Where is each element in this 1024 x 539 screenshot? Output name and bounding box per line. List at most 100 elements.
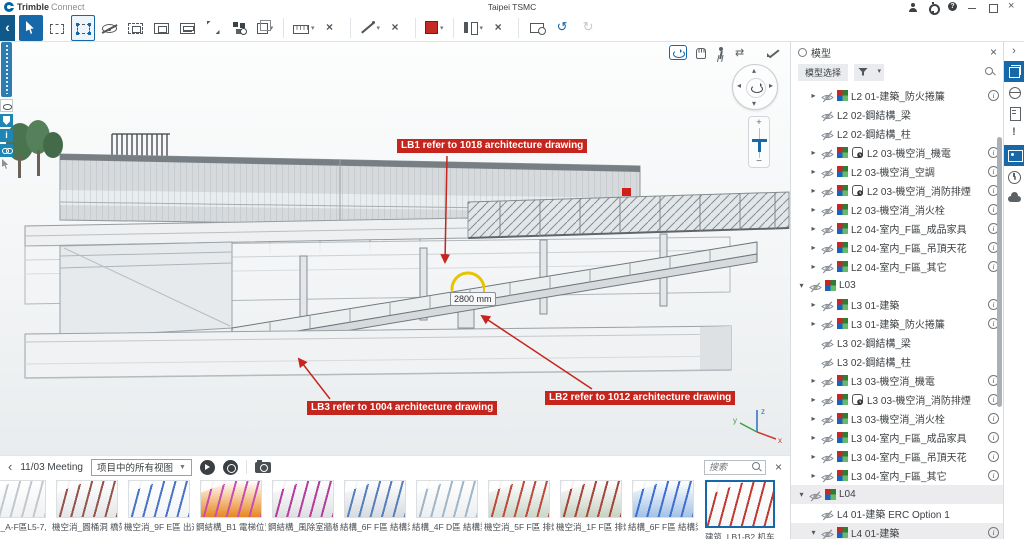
view-thumbnail[interactable]: 建筑_LB1-B2 机车坡 bbox=[704, 480, 776, 539]
toolbar-undo-button[interactable] bbox=[551, 15, 575, 41]
view-swap-button[interactable] bbox=[732, 45, 750, 60]
expand-arrow-icon[interactable]: ▸ bbox=[809, 262, 818, 271]
info-badge-icon[interactable]: i bbox=[0, 129, 13, 142]
info-icon[interactable]: i bbox=[988, 451, 999, 462]
model-tree-row[interactable]: ▸L2 03-機空消_消火栓i bbox=[791, 200, 1003, 219]
info-icon[interactable]: i bbox=[988, 527, 999, 538]
collapse-chevron-icon[interactable]: › bbox=[1012, 45, 1016, 60]
model-tree-row[interactable]: ▸L3 03-機空消_消防排煙i bbox=[791, 390, 1003, 409]
zoom-slider[interactable]: + − bbox=[748, 116, 770, 168]
visibility-off-icon[interactable] bbox=[821, 185, 834, 196]
info-icon[interactable]: i bbox=[988, 432, 999, 443]
rail-history-button[interactable] bbox=[1004, 166, 1024, 187]
model-tree-row[interactable]: ▸L2 01-建築_防火捲簾i bbox=[791, 86, 1003, 105]
expand-arrow-icon[interactable]: ▾ bbox=[809, 528, 818, 537]
tree-scrollbar[interactable] bbox=[997, 137, 1002, 407]
toolbar-back-button[interactable] bbox=[0, 15, 15, 41]
visibility-off-icon[interactable] bbox=[821, 147, 834, 158]
expand-arrow-icon[interactable]: ▾ bbox=[797, 281, 806, 290]
model-tree-row[interactable]: ▸L3 04-室内_F區_其它i bbox=[791, 466, 1003, 485]
visibility-off-icon[interactable] bbox=[809, 280, 822, 291]
toolbar-redo-button[interactable] bbox=[577, 15, 601, 41]
toolbar-view-state-save-button[interactable] bbox=[175, 15, 199, 41]
view-thumbnail[interactable]: 機空消_5F F區 排煙 bbox=[488, 480, 550, 533]
view-thumbnail[interactable]: 結構_6F F區 結構梁 bbox=[632, 480, 694, 533]
visibility-off-icon[interactable] bbox=[821, 109, 834, 120]
visibility-off-icon[interactable] bbox=[821, 318, 834, 329]
expand-arrow-icon[interactable]: ▸ bbox=[809, 376, 818, 385]
search-clear-icon[interactable]: × bbox=[775, 460, 782, 474]
expand-arrow-icon[interactable]: ▸ bbox=[809, 433, 818, 442]
settings-icon[interactable] bbox=[927, 2, 938, 13]
orbit-tool-button[interactable] bbox=[669, 45, 687, 60]
visibility-off-icon[interactable] bbox=[821, 356, 834, 367]
view-thumbnail[interactable]: 機空消_1F F區 排煙 bbox=[560, 480, 622, 533]
visibility-off-icon[interactable] bbox=[821, 470, 834, 481]
visibility-off-icon[interactable] bbox=[809, 489, 822, 500]
pan-tool-button[interactable] bbox=[690, 45, 708, 60]
navigation-wheel[interactable]: ▴ ▾ ◂ ▸ bbox=[732, 64, 778, 110]
annotation-lb1[interactable]: LB1 refer to 1018 architecture drawing bbox=[397, 139, 587, 153]
visibility-off-icon[interactable] bbox=[821, 375, 834, 386]
annotation-lb3[interactable]: LB3 refer to 1004 architecture drawing bbox=[307, 401, 497, 415]
views-back-chevron-icon[interactable]: ‹ bbox=[8, 458, 12, 476]
walk-tool-button[interactable] bbox=[711, 45, 729, 60]
expand-arrow-icon[interactable]: ▸ bbox=[809, 395, 818, 404]
info-icon[interactable]: i bbox=[988, 90, 999, 101]
visibility-off-icon[interactable] bbox=[821, 527, 834, 538]
eye-icon[interactable] bbox=[0, 99, 13, 112]
toolbar-model-group-button[interactable] bbox=[227, 15, 251, 41]
toolbar-select-cursor-button[interactable] bbox=[19, 15, 43, 41]
help-icon[interactable] bbox=[947, 2, 958, 13]
toolbar-view-state-button[interactable] bbox=[149, 15, 173, 41]
model-tree-row[interactable]: ▸L2 03-機空消_機電i bbox=[791, 143, 1003, 162]
expand-arrow-icon[interactable]: ▾ bbox=[797, 490, 806, 499]
model-tree-row[interactable]: ▸L3 01-建築i bbox=[791, 295, 1003, 314]
visibility-off-icon[interactable] bbox=[821, 451, 834, 462]
view-thumbnail[interactable]: 鋼結構_風除室牆板 bbox=[272, 480, 334, 533]
fullscreen-button[interactable] bbox=[764, 45, 782, 60]
nav-up-icon[interactable]: ▴ bbox=[752, 66, 756, 75]
expand-arrow-icon[interactable]: ▸ bbox=[809, 452, 818, 461]
panel-close-icon[interactable]: × bbox=[990, 46, 997, 58]
shield-icon[interactable] bbox=[0, 114, 13, 127]
toolbar-section-button[interactable]: ▾ bbox=[460, 15, 487, 41]
view-thumbnail[interactable]: 結構_6F F區 結構梁 bbox=[344, 480, 406, 533]
toolbar-hide-object-button[interactable] bbox=[97, 15, 121, 41]
model-tree-row[interactable]: ▾L04 bbox=[791, 485, 1003, 504]
views-settings-button[interactable] bbox=[223, 460, 238, 475]
measurement-label[interactable]: 2800 mm bbox=[450, 292, 496, 306]
view-thumbnail[interactable]: 鋼結構_B1 電梯位置 bbox=[200, 480, 262, 533]
expand-arrow-icon[interactable]: ▸ bbox=[809, 300, 818, 309]
visibility-off-icon[interactable] bbox=[821, 432, 834, 443]
user-icon[interactable] bbox=[907, 2, 918, 13]
expand-arrow-icon[interactable]: ▸ bbox=[809, 186, 818, 195]
rail-explorer-button[interactable] bbox=[1004, 82, 1024, 103]
toolbar-measure-clear-button[interactable] bbox=[320, 15, 344, 41]
model-tree-row[interactable]: ▸L2 04-室内_F區_成品家具i bbox=[791, 219, 1003, 238]
link-icon[interactable] bbox=[0, 144, 13, 157]
model-tree-row[interactable]: ▸L3 01-建築_防火捲簾i bbox=[791, 314, 1003, 333]
model-tree-row[interactable]: ▸L2 03-機空消_消防排煙i bbox=[791, 181, 1003, 200]
model-tree-row[interactable]: ▸L2 04-室内_F區_其它i bbox=[791, 257, 1003, 276]
view-thumbnail[interactable]: 機空消_圓桶洞 橋架 bbox=[56, 480, 118, 533]
visibility-off-icon[interactable] bbox=[821, 242, 834, 253]
model-tree-row[interactable]: ▸L3 04-室内_F區_吊頂天花i bbox=[791, 447, 1003, 466]
toolbar-markup-settings-button[interactable] bbox=[525, 15, 549, 41]
visibility-off-icon[interactable] bbox=[821, 508, 834, 519]
visibility-off-icon[interactable] bbox=[821, 128, 834, 139]
minimize-icon[interactable] bbox=[967, 2, 978, 13]
model-tree-row[interactable]: ▸L3 03-機空消_機電i bbox=[791, 371, 1003, 390]
model-tree-row[interactable]: L3 02-鋼結構_梁 bbox=[791, 333, 1003, 352]
expand-arrow-icon[interactable]: ▸ bbox=[809, 91, 818, 100]
expand-arrow-icon[interactable]: ▸ bbox=[809, 205, 818, 214]
visibility-off-icon[interactable] bbox=[821, 261, 834, 272]
toolbar-fit-to-view-button[interactable] bbox=[201, 15, 225, 41]
model-tree-row[interactable]: ▾L4 01-建築i bbox=[791, 523, 1003, 539]
nav-down-icon[interactable]: ▾ bbox=[752, 99, 756, 108]
visibility-off-icon[interactable] bbox=[821, 90, 834, 101]
toolbar-group-select-button[interactable] bbox=[71, 15, 95, 41]
toolbar-measure-button[interactable]: ▾ bbox=[290, 15, 318, 41]
rail-model-cube-button[interactable] bbox=[1004, 61, 1024, 82]
model-tree-row[interactable]: L4 01-建築 ERC Option 1 bbox=[791, 504, 1003, 523]
